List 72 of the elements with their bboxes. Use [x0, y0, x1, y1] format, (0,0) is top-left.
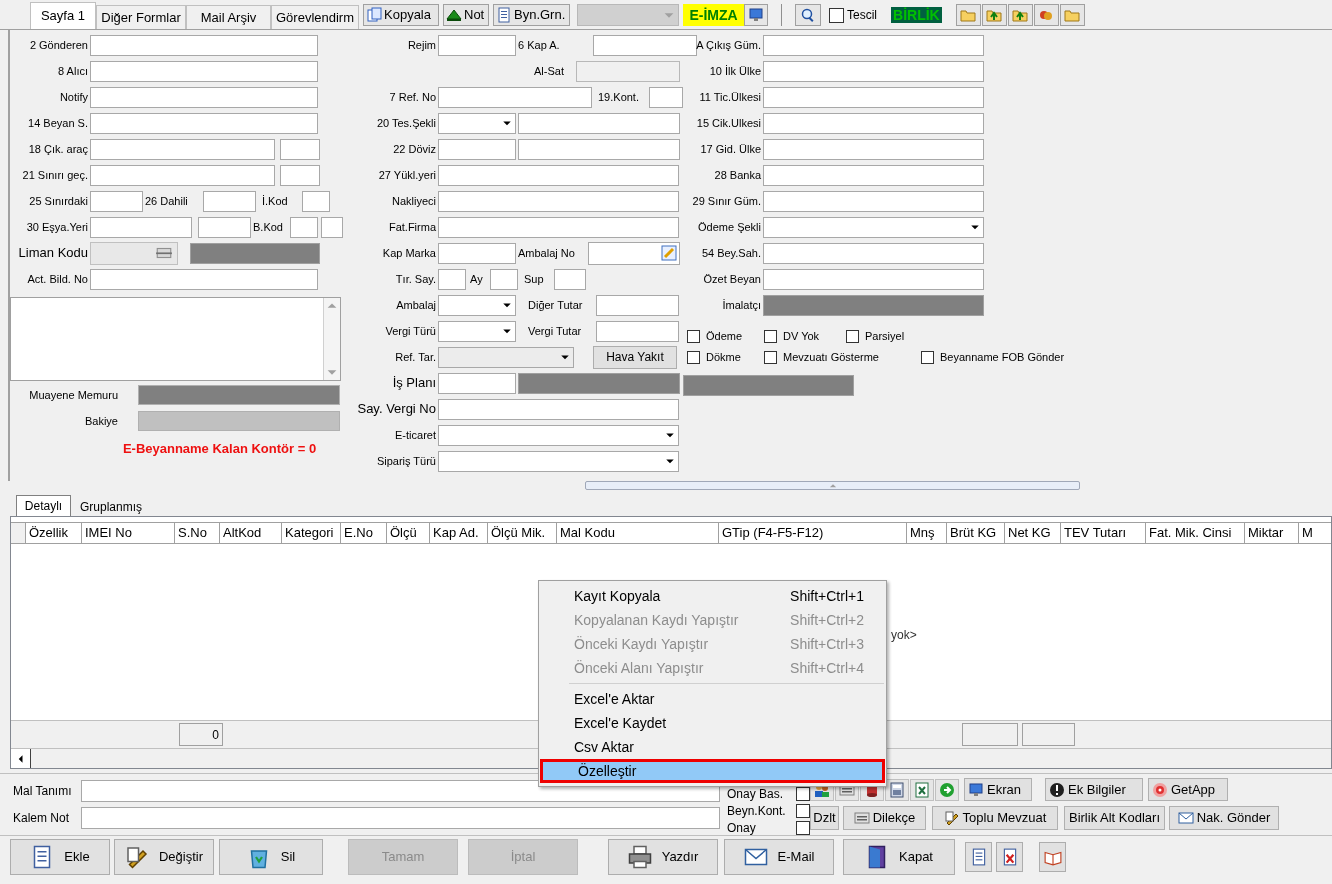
field-label: E-ticaret — [394, 427, 436, 443]
shortcut-label: Shift+Ctrl+3 — [790, 634, 864, 654]
field-label: Nakliyeci — [391, 193, 436, 209]
field-label: Kalem Not — [12, 809, 71, 827]
field-label: Ambalaj — [395, 297, 436, 313]
logo-text: BİRLİK — [891, 7, 942, 23]
field-label: Diğer Tutar — [528, 297, 584, 313]
field-label: Özet Beyan — [702, 271, 761, 287]
field-label: Ambalaj No — [518, 245, 576, 261]
field-label: 25 Sınırdaki — [28, 193, 88, 209]
total-cell: 0 — [179, 723, 223, 746]
field-label: 18 Çık. araç — [27, 141, 88, 157]
action-button: İptal — [468, 838, 578, 875]
field-label: Al-Sat — [533, 63, 564, 79]
checkbox-label: DV Yok — [783, 329, 820, 345]
field-label: Rejim — [406, 37, 436, 53]
field-label: Act. Bild. No — [26, 271, 88, 287]
field-label: B.Kod — [253, 219, 284, 235]
field-label: 6 Kap A. — [518, 37, 561, 53]
shortcut-label: Shift+Ctrl+4 — [790, 658, 864, 678]
field-label: 7 Ref. No — [388, 89, 436, 105]
field-label: İmalatçı — [721, 297, 761, 313]
field-label: 27 Yükl.yeri — [377, 167, 436, 183]
field-label: Ref. Tar. — [394, 349, 436, 365]
field-label: 15 Cik.Ulkesi — [695, 115, 761, 131]
status-text: E-Beyanname Kalan Kontör = 0 — [122, 440, 317, 458]
shortcut-label: Shift+Ctrl+1 — [790, 586, 864, 606]
field-label: Kap Marka — [381, 245, 436, 261]
field-label: Bakiye — [83, 413, 118, 429]
field-label: Sup — [524, 271, 545, 287]
checkbox-label: Tescil — [847, 7, 877, 24]
field-label: 30 Eşya.Yeri — [25, 219, 88, 235]
checkbox-label: Onay — [727, 819, 756, 837]
checkbox-label: Beyanname FOB Gönder — [940, 350, 1065, 366]
field-label: 2 Gönderen — [28, 37, 88, 53]
field-label: 21 Sınırı geç. — [21, 167, 88, 183]
field-label: 28 Banka — [713, 167, 761, 183]
field-label: 29 Sınır Güm. — [691, 193, 761, 209]
checkbox-label: Onay Bas. — [727, 785, 784, 803]
field-label: Ödeme Şekli — [697, 219, 761, 235]
field-label: 19.Kont. — [598, 89, 640, 105]
field-label: İ.Kod — [262, 193, 289, 209]
action-button: Tamam — [348, 838, 458, 875]
checkbox-label: Mevzuatı Gösterme — [783, 350, 879, 366]
field-label: Say. Vergi No — [356, 400, 436, 419]
field-label: 10 İlk Ülke — [708, 63, 761, 79]
field-label: Liman Kodu — [17, 244, 88, 263]
field-label: 8 Alıcı — [57, 63, 88, 79]
checkbox-label: Parsiyel — [865, 329, 905, 345]
field-label: Mal Tanımı — [12, 782, 72, 800]
field-label: 26 Dahili — [145, 193, 189, 209]
field-label: Vergi Tutar — [528, 323, 583, 339]
field-label: Ay — [470, 271, 484, 287]
checkbox-label: Dökme — [706, 350, 741, 366]
field-label: Muayene Memuru — [28, 387, 118, 403]
field-label: Notify — [58, 89, 88, 105]
field-label: Vergi Türü — [384, 323, 436, 339]
field-label: Fat.Firma — [387, 219, 436, 235]
field-label: 17 Gid. Ülke — [699, 141, 761, 157]
field-label: 20 Tes.Şekli — [375, 115, 436, 131]
shortcut-label: Shift+Ctrl+2 — [790, 610, 864, 630]
empty-message: yok> — [891, 628, 917, 642]
checkbox-label: Ödeme — [706, 329, 743, 345]
field-label: 11 Tic.Ülkesi — [698, 89, 761, 105]
field-label: Sipariş Türü — [375, 453, 436, 469]
field-label: İş Planı — [391, 374, 436, 393]
field-label: Tır. Say. — [394, 271, 436, 287]
field-label: 22 Döviz — [392, 141, 436, 157]
field-label: A Çıkış Güm. — [695, 37, 761, 53]
field-label: 54 Bey.Sah. — [700, 245, 761, 261]
checkbox-label: Beyn.Kont. — [727, 802, 786, 820]
field-label: 14 Beyan S. — [27, 115, 88, 131]
